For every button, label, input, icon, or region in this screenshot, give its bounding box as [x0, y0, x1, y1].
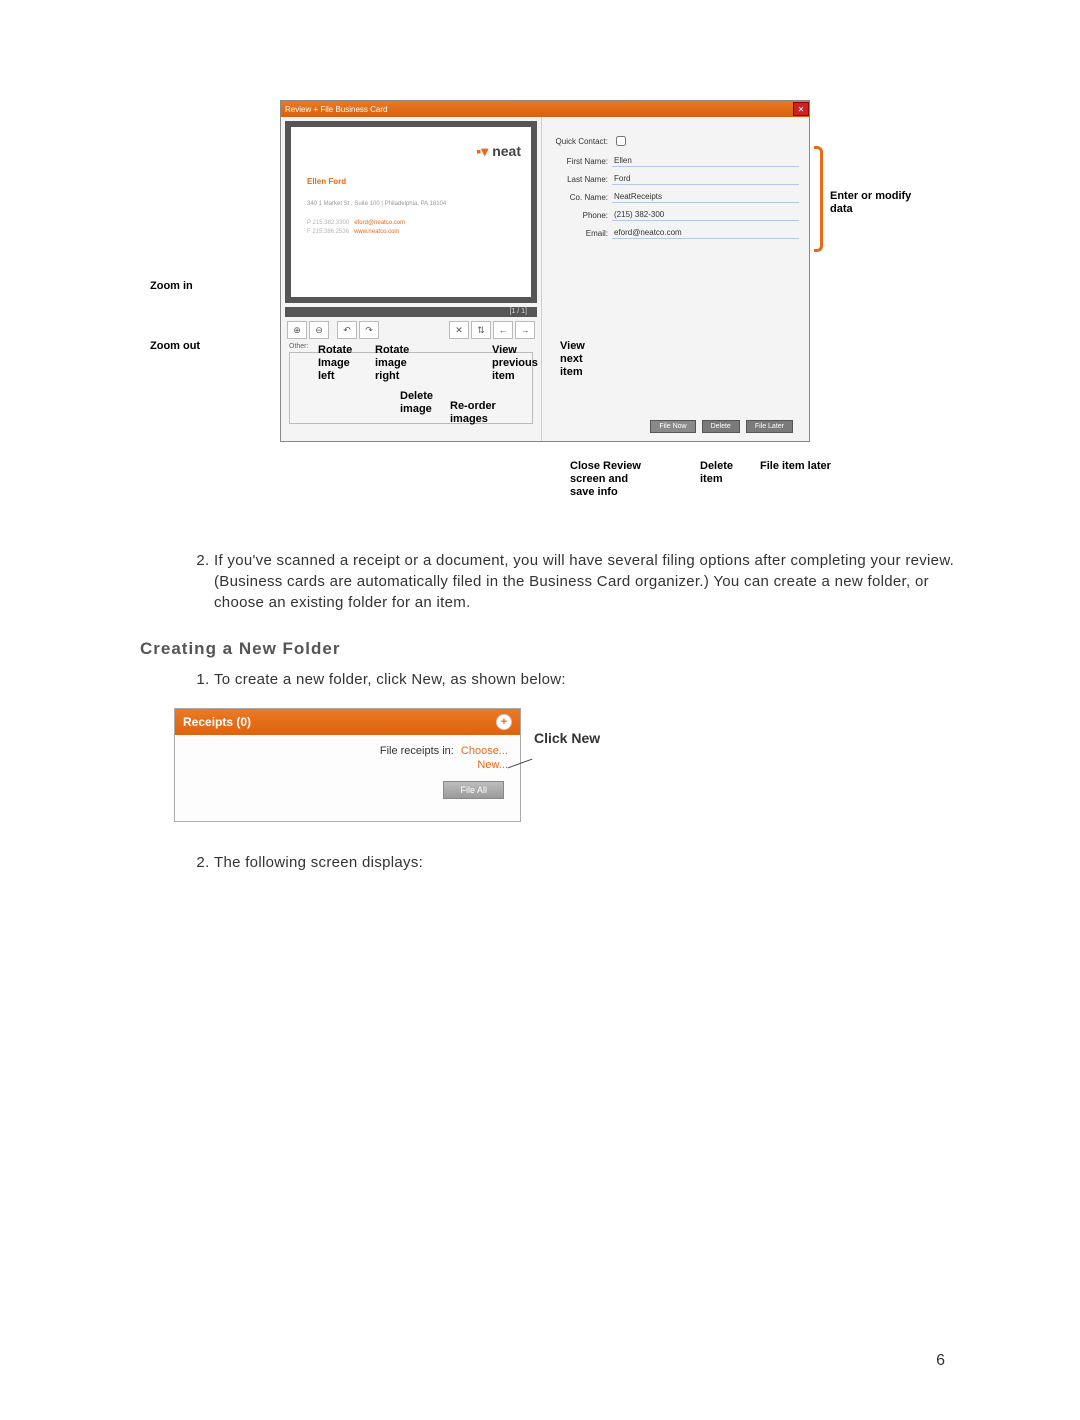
callout-rotate-right: Rotateimageright [375, 344, 409, 383]
page-count: [1 / 1] [285, 307, 537, 317]
first-name-label: First Name: [552, 157, 608, 166]
new-link[interactable]: New... [477, 759, 508, 771]
callout-file-later: File item later [760, 460, 831, 473]
receipts-header: Receipts (0) + [175, 709, 520, 735]
figure-review-window: Zoom in Zoom out Review + File Business … [210, 100, 960, 520]
phone-label: Phone: [552, 211, 608, 220]
co-name-label: Co. Name: [552, 193, 608, 202]
callout-zoom-in: Zoom in [150, 280, 193, 293]
file-all-button[interactable]: File All [443, 781, 504, 799]
section-heading: Creating a New Folder [140, 639, 960, 659]
quick-contact-checkbox[interactable] [616, 136, 626, 146]
callout-view-prev: Viewpreviousitem [492, 344, 538, 383]
callout-reorder: Re-orderimages [450, 400, 496, 426]
rotate-right-icon[interactable]: ↷ [359, 321, 379, 339]
step-2: The following screen displays: [214, 852, 960, 873]
figure-receipts-header: Receipts (0) + File receipts in: Choose.… [174, 708, 960, 838]
file-later-button[interactable]: File Later [746, 420, 793, 433]
choose-link[interactable]: Choose... [461, 745, 508, 757]
file-receipts-label: File receipts in: [380, 745, 454, 757]
page-number: 6 [936, 1352, 945, 1370]
card-contacts: P 215.382.3300 eford@neatco.com F 215.38… [307, 219, 405, 237]
callout-rotate-left: RotateImageleft [318, 344, 352, 383]
body-list-2: To create a new folder, click New, as sh… [174, 669, 960, 690]
add-icon[interactable]: + [496, 714, 512, 730]
window-titlebar: Review + File Business Card ✕ [281, 101, 809, 117]
contact-form: Quick Contact: First Name: Last Name: Co… [542, 117, 809, 441]
next-item-icon[interactable]: → [515, 321, 535, 339]
callout-delete-image: Deleteimage [400, 390, 433, 416]
step-1: To create a new folder, click New, as sh… [214, 669, 960, 690]
receipts-panel: Receipts (0) + File receipts in: Choose.… [174, 708, 521, 822]
brace-icon [814, 146, 823, 252]
close-icon[interactable]: ✕ [793, 102, 809, 116]
receipts-header-text: Receipts (0) [183, 715, 251, 729]
body-list-3: The following screen displays: [174, 852, 960, 873]
first-name-field[interactable] [612, 155, 799, 167]
email-field[interactable] [612, 227, 799, 239]
prev-item-icon[interactable]: ← [493, 321, 513, 339]
image-toolbar: ⊕ ⊖ ↶ ↷ ✕ ⇅ ← → [281, 317, 541, 343]
rotate-left-icon[interactable]: ↶ [337, 321, 357, 339]
last-name-field[interactable] [612, 173, 799, 185]
body-list-1: If you've scanned a receipt or a documen… [174, 550, 960, 613]
callout-close-review: Close Reviewscreen andsave info [570, 460, 641, 499]
callout-enter-modify: Enter or modifydata [830, 190, 911, 216]
quick-contact-label: Quick Contact: [552, 137, 608, 146]
email-label: Email: [552, 229, 608, 238]
card-name: Ellen Ford [307, 177, 346, 186]
titlebar-text: Review + File Business Card [285, 105, 387, 114]
review-window: Review + File Business Card ✕ ▪▾ neat El… [280, 100, 810, 442]
body-para-1: If you've scanned a receipt or a documen… [214, 550, 960, 613]
phone-field[interactable] [612, 209, 799, 221]
last-name-label: Last Name: [552, 175, 608, 184]
delete-button[interactable]: Delete [702, 420, 740, 433]
delete-image-icon[interactable]: ✕ [449, 321, 469, 339]
callout-zoom-out: Zoom out [150, 340, 200, 353]
zoom-out-icon[interactable]: ⊖ [309, 321, 329, 339]
reorder-icon[interactable]: ⇅ [471, 321, 491, 339]
callout-click-new: Click New [534, 730, 600, 746]
neat-logo: ▪▾ neat [476, 143, 521, 160]
callout-delete-item: Deleteitem [700, 460, 733, 486]
callout-view-next: Viewnextitem [560, 340, 585, 379]
file-now-button[interactable]: File Now [650, 420, 695, 433]
co-name-field[interactable] [612, 191, 799, 203]
card-canvas: ▪▾ neat Ellen Ford 340 1 Market St , Sui… [285, 121, 537, 303]
zoom-in-icon[interactable]: ⊕ [287, 321, 307, 339]
card-address: 340 1 Market St , Suite 100 | Philadelph… [307, 201, 446, 207]
